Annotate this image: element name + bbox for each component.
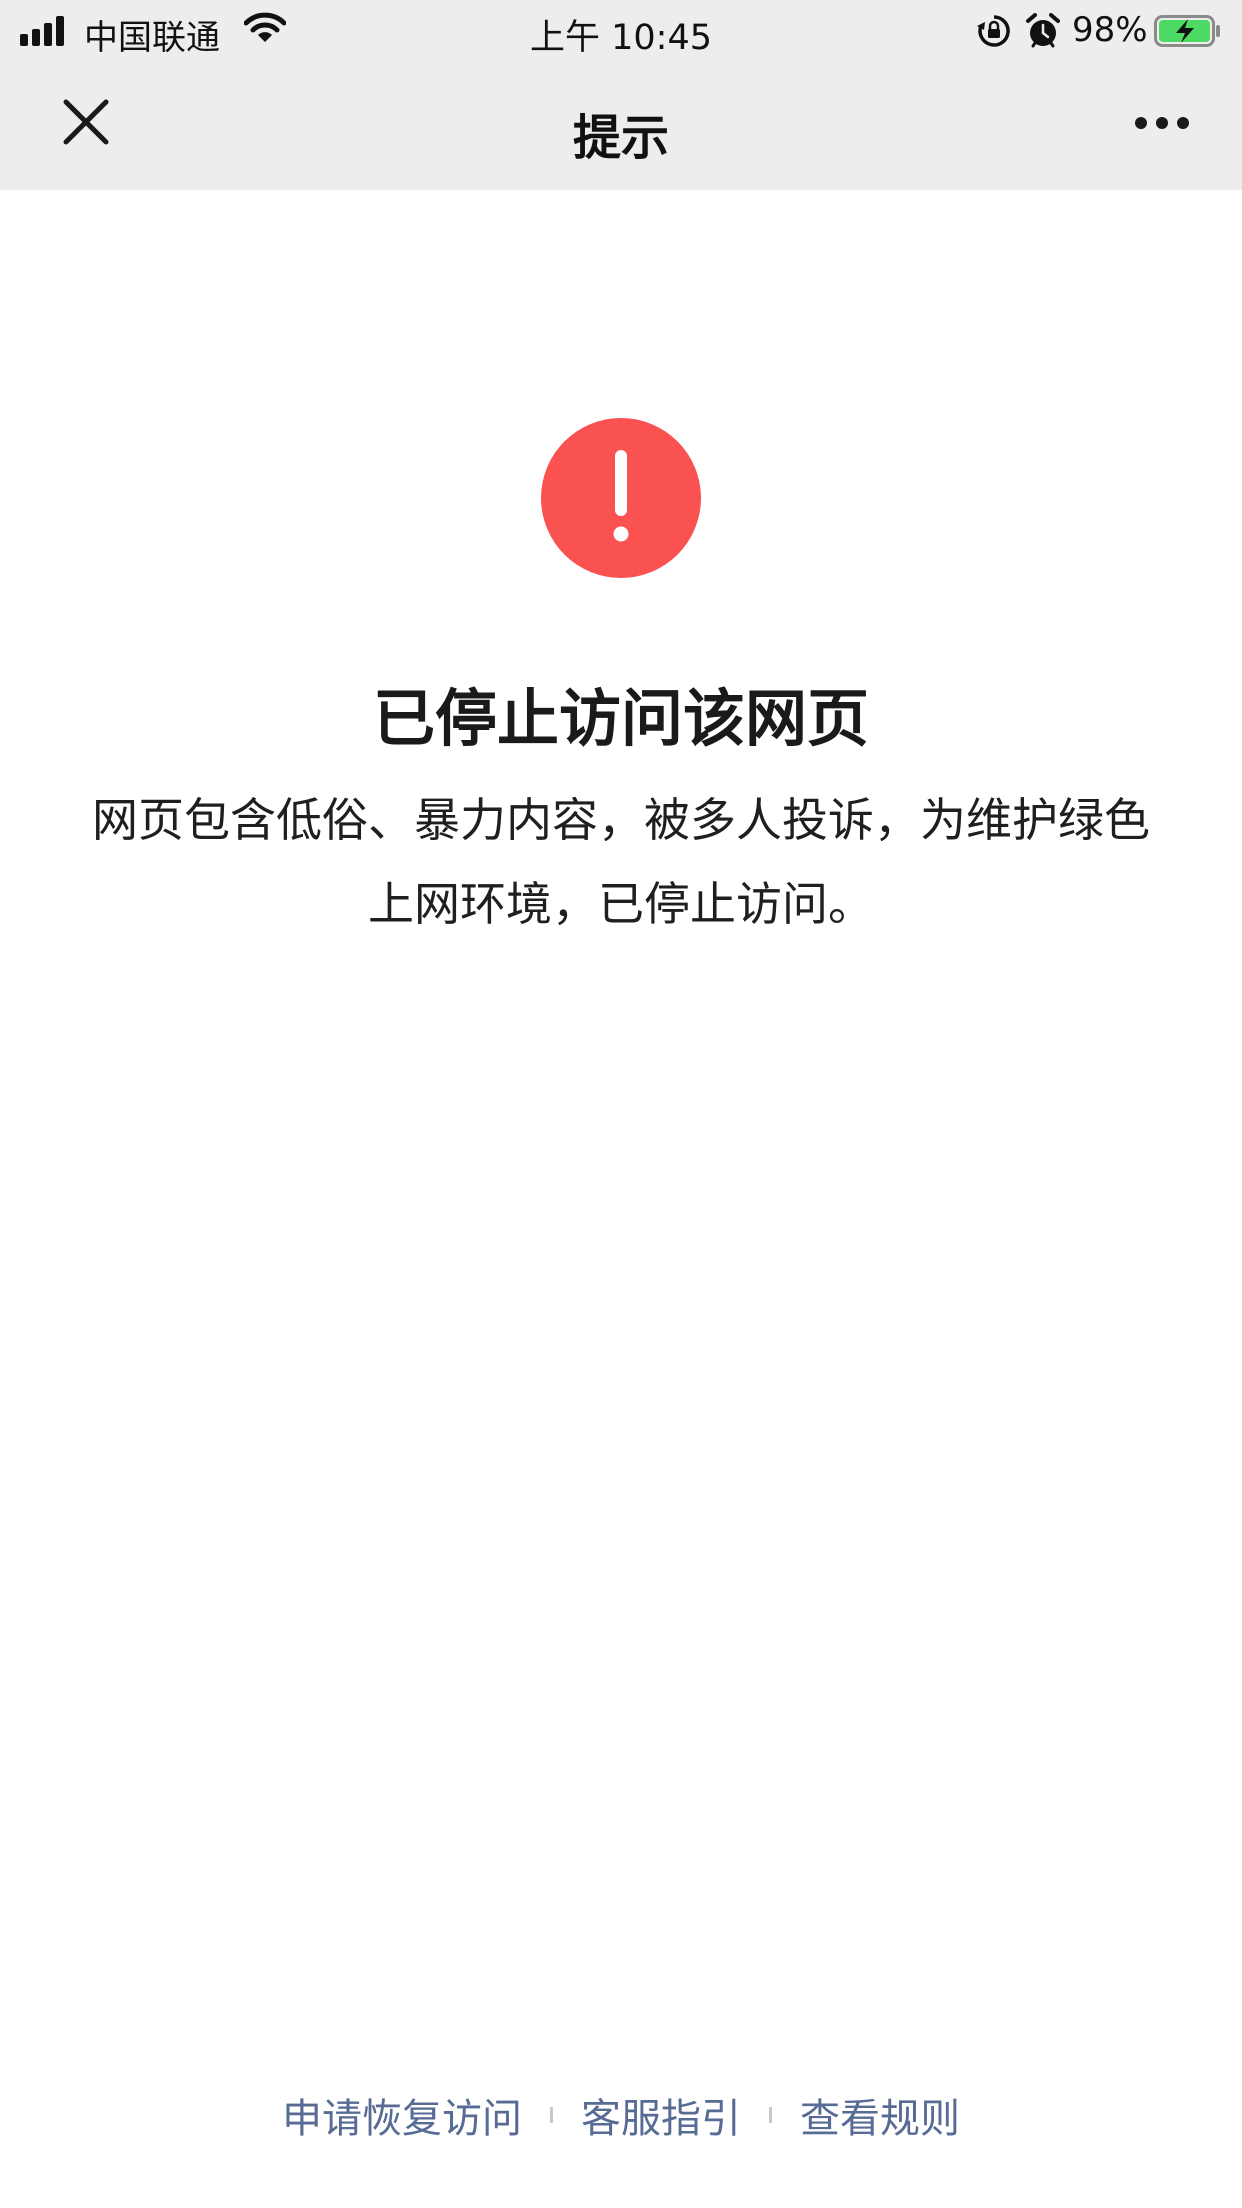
footer-links: 申请恢复访问 客服指引 查看规则: [0, 2086, 1242, 2144]
page-title: 提示: [572, 110, 669, 166]
more-icon: [1134, 115, 1190, 134]
link-separator: [550, 2107, 553, 2123]
status-bar: 中国联通 上午 10:45 98%: [0, 0, 1242, 62]
orientation-lock-icon: [977, 14, 1011, 52]
apply-restore-access-link[interactable]: 申请恢复访问: [282, 2086, 522, 2144]
exclamation-icon: [541, 418, 701, 582]
alarm-icon: [1026, 13, 1060, 53]
battery-percent: 98%: [1072, 10, 1148, 50]
link-separator: [769, 2107, 772, 2123]
battery-charging-icon: [1154, 15, 1222, 51]
view-rules-link[interactable]: 查看规则: [800, 2086, 960, 2144]
message-title: 已停止访问该网页: [372, 682, 869, 755]
more-button[interactable]: [1120, 92, 1204, 156]
customer-service-guide-link[interactable]: 客服指引: [581, 2086, 741, 2144]
navigation-bar: 提示: [0, 62, 1242, 190]
message-description: 网页包含低俗、暴力内容，被多人投诉，为维护绿色上网环境，已停止访问。: [92, 793, 1150, 931]
